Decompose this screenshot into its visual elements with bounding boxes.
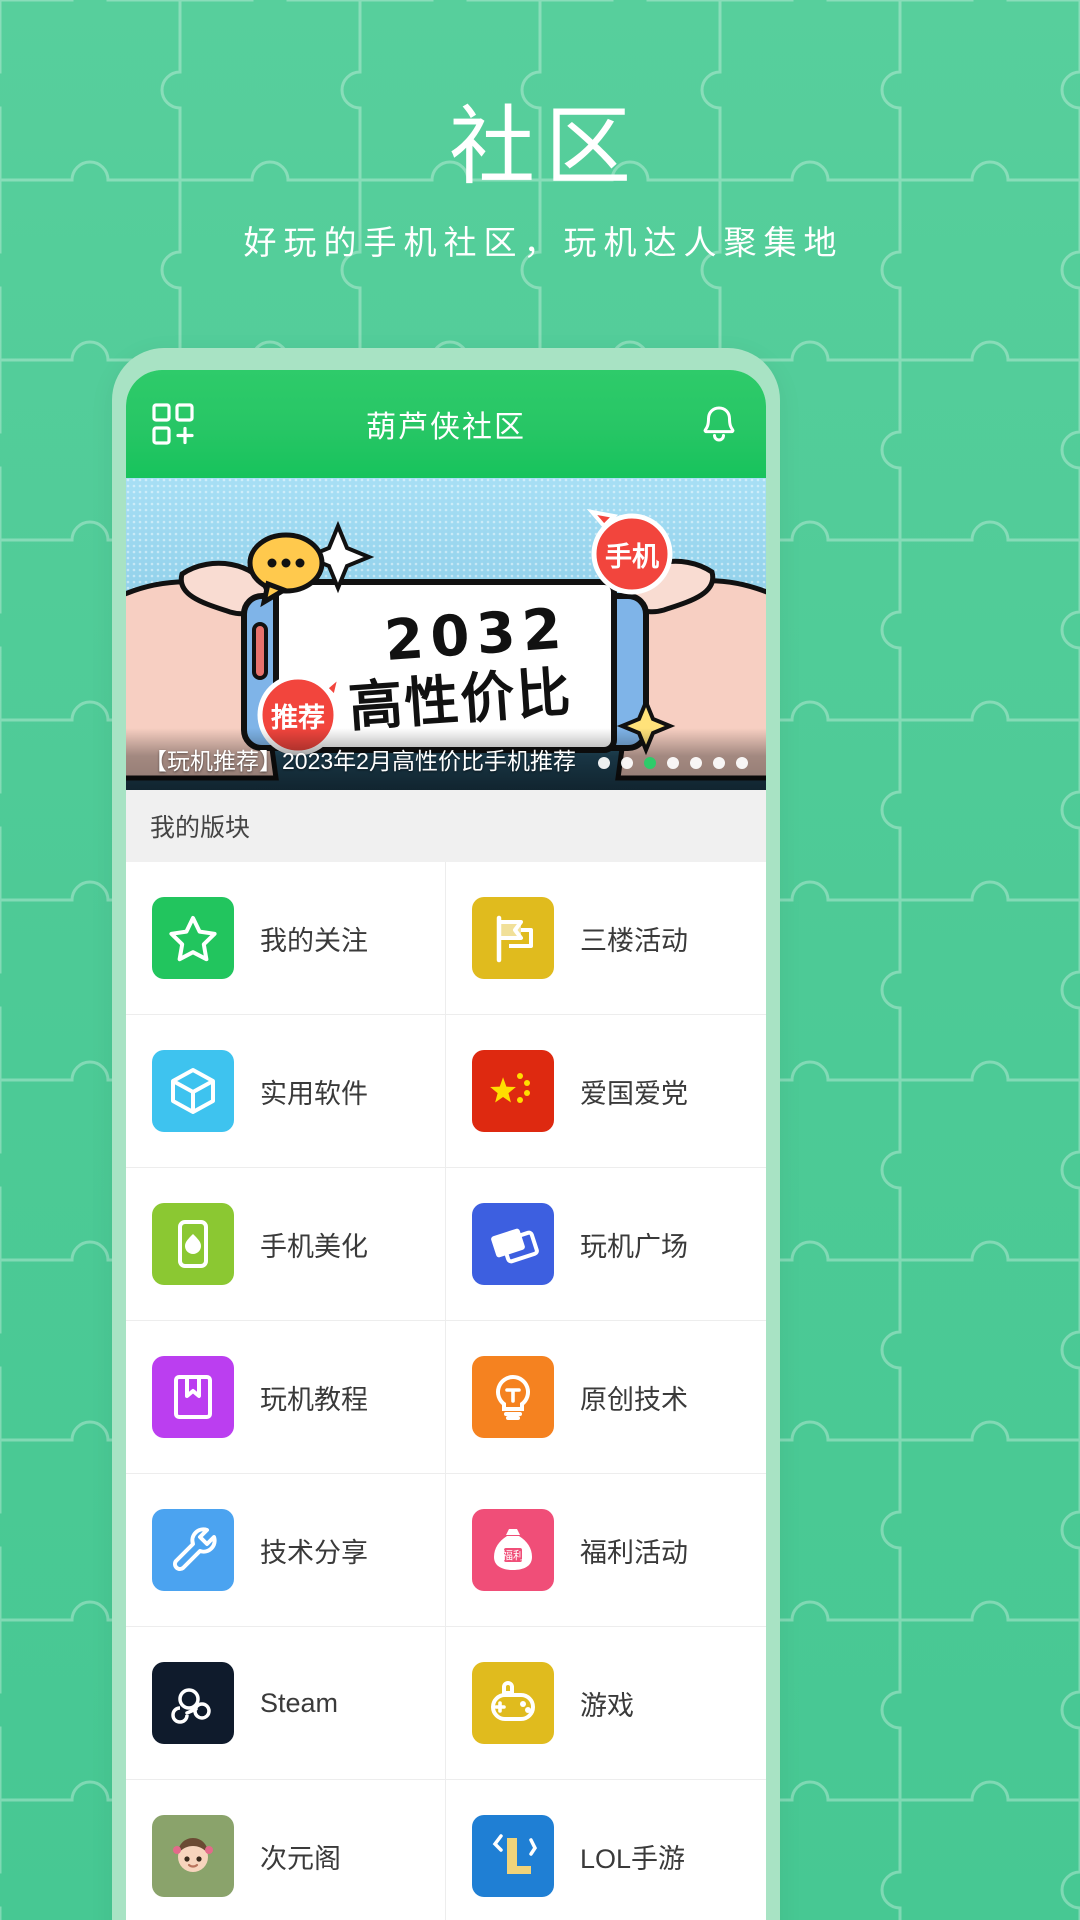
gamepad-icon xyxy=(472,1662,554,1744)
bell-icon[interactable] xyxy=(698,403,740,445)
star-icon xyxy=(152,897,234,979)
block-item-label: 三楼活动 xyxy=(580,925,688,956)
block-item-label: 技术分享 xyxy=(260,1537,368,1568)
block-item[interactable]: 实用软件 xyxy=(126,1015,446,1168)
block-item[interactable]: LOL手游 xyxy=(446,1780,766,1920)
banner-dot[interactable] xyxy=(713,757,725,769)
anime-avatar-icon xyxy=(152,1815,234,1897)
block-item-label: LOL手游 xyxy=(580,1843,686,1874)
block-item[interactable]: 三楼活动 xyxy=(446,862,766,1015)
svg-text:2032: 2032 xyxy=(382,596,570,674)
block-item-label: 原创技术 xyxy=(580,1384,688,1415)
block-item[interactable]: 我的关注 xyxy=(126,862,446,1015)
banner-dot[interactable] xyxy=(598,757,610,769)
banner-dot[interactable] xyxy=(667,757,679,769)
steam-icon xyxy=(152,1662,234,1744)
flag-icon xyxy=(472,897,554,979)
section-title: 我的版块 xyxy=(150,814,251,842)
device-card-icon xyxy=(472,1203,554,1285)
block-item[interactable]: 爱国爱党 xyxy=(446,1015,766,1168)
banner-dot[interactable] xyxy=(736,757,748,769)
svg-text:福利: 福利 xyxy=(502,1548,524,1562)
block-item-label: 实用软件 xyxy=(260,1078,368,1109)
block-item[interactable]: 手机美化 xyxy=(126,1168,446,1321)
block-item-label: 玩机教程 xyxy=(260,1384,368,1415)
block-item-label: 玩机广场 xyxy=(580,1231,688,1262)
phone-screen: 葫芦侠社区 2032 高性价比 手机 推荐 【玩机推荐】2023年2月高性价比手… xyxy=(126,370,766,1920)
block-item-label: 福利活动 xyxy=(580,1537,688,1568)
banner-dot[interactable] xyxy=(644,757,656,769)
page-subtitle: 好玩的手机社区，玩机达人聚集地 xyxy=(243,224,844,261)
block-item-label: 我的关注 xyxy=(260,925,368,956)
block-item[interactable]: 技术分享 xyxy=(126,1474,446,1627)
app-header: 葫芦侠社区 xyxy=(126,370,766,478)
wrench-icon xyxy=(152,1509,234,1591)
block-item-label: 手机美化 xyxy=(260,1231,368,1262)
svg-text:手机: 手机 xyxy=(605,542,659,572)
blocks-grid: 我的关注 三楼活动 实用软件 爱国爱党 手机美化 玩机广场 玩机教程 原创技术 … xyxy=(126,862,766,1920)
section-header-my-blocks: 我的版块 xyxy=(126,790,766,862)
block-item-label: 爱国爱党 xyxy=(580,1078,688,1109)
block-item[interactable]: 原创技术 xyxy=(446,1321,766,1474)
banner-dot[interactable] xyxy=(621,757,633,769)
china-flag-icon xyxy=(472,1050,554,1132)
banner-dot[interactable] xyxy=(690,757,702,769)
block-item[interactable]: 游戏 xyxy=(446,1627,766,1780)
block-item[interactable]: 玩机广场 xyxy=(446,1168,766,1321)
block-item-label: 次元阁 xyxy=(260,1843,341,1874)
block-item-label: 游戏 xyxy=(580,1690,634,1721)
grid-plus-icon[interactable] xyxy=(152,403,194,445)
block-item-label: Steam xyxy=(260,1687,339,1718)
block-item[interactable]: 次元阁 xyxy=(126,1780,446,1920)
app-header-title: 葫芦侠社区 xyxy=(366,411,526,444)
lol-icon xyxy=(472,1815,554,1897)
block-item[interactable]: 玩机教程 xyxy=(126,1321,446,1474)
promo-banner[interactable]: 2032 高性价比 手机 推荐 【玩机推荐】2023年2月高性价比手机推荐 xyxy=(126,478,766,790)
hero-section: 社区 好玩的手机社区，玩机达人聚集地 xyxy=(0,0,1080,264)
phone-beauty-icon xyxy=(152,1203,234,1285)
banner-badge-right: 手机 xyxy=(586,509,673,595)
book-icon xyxy=(152,1356,234,1438)
cube-icon xyxy=(152,1050,234,1132)
phone-mockup-frame: 葫芦侠社区 2032 高性价比 手机 推荐 【玩机推荐】2023年2月高性价比手… xyxy=(112,348,780,1920)
page-title: 社区 xyxy=(449,99,641,195)
block-item[interactable]: Steam xyxy=(126,1627,446,1780)
bulb-t-icon xyxy=(472,1356,554,1438)
banner-dots[interactable] xyxy=(598,757,748,769)
block-item[interactable]: 福利 福利活动 xyxy=(446,1474,766,1627)
money-bag-icon: 福利 xyxy=(472,1509,554,1591)
banner-caption: 【玩机推荐】2023年2月高性价比手机推荐 xyxy=(144,748,576,774)
